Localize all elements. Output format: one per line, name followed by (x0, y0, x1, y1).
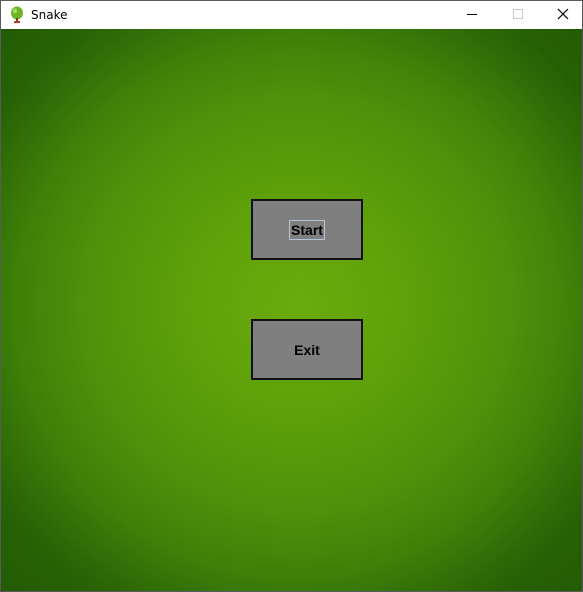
window-title: Snake (31, 8, 68, 22)
game-window: Snake Start Exit (0, 0, 583, 592)
close-button[interactable] (540, 1, 582, 29)
game-canvas: Start Exit (1, 29, 582, 591)
maximize-button[interactable] (495, 1, 541, 29)
start-button-label: Start (289, 219, 325, 240)
minimize-icon (466, 8, 478, 23)
minimize-button[interactable] (449, 1, 495, 29)
exit-button[interactable]: Exit (251, 319, 363, 380)
background-vignette (1, 29, 582, 591)
title-bar[interactable]: Snake (1, 1, 582, 29)
start-button[interactable]: Start (251, 199, 363, 260)
maximize-icon (512, 8, 524, 23)
exit-button-label: Exit (294, 341, 320, 358)
snake-apple-icon (10, 6, 24, 24)
close-icon (557, 8, 569, 23)
